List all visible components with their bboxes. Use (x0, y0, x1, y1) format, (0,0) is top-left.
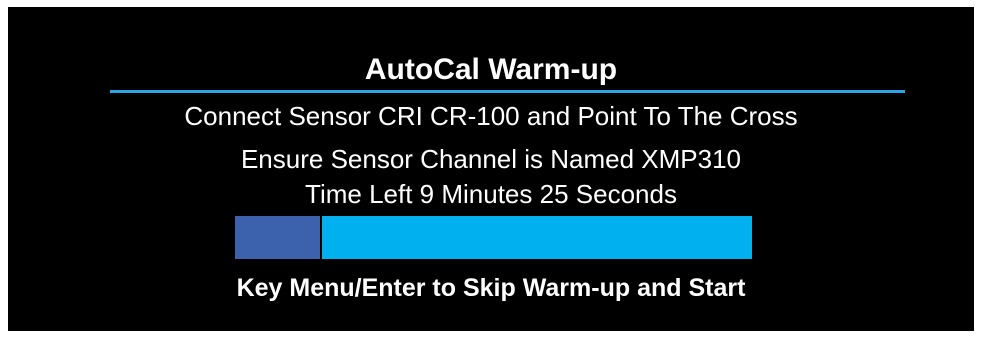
connect-sensor-instruction: Connect Sensor CRI CR-100 and Point To T… (184, 101, 798, 131)
sensor-channel-instruction: Ensure Sensor Channel is Named XMP310 (240, 144, 742, 174)
screen-title: AutoCal Warm-up (364, 53, 618, 86)
title-divider (110, 90, 905, 93)
progress-remaining-segment (322, 216, 752, 259)
skip-warmup-hint: Key Menu/Enter to Skip Warm-up and Start (236, 274, 746, 302)
autocal-warmup-screen: AutoCal Warm-up Connect Sensor CRI CR-10… (8, 7, 974, 331)
warmup-progress-bar (235, 216, 752, 259)
time-left-text: Time Left 9 Minutes 25 Seconds (305, 179, 677, 209)
progress-elapsed-segment (235, 216, 320, 259)
